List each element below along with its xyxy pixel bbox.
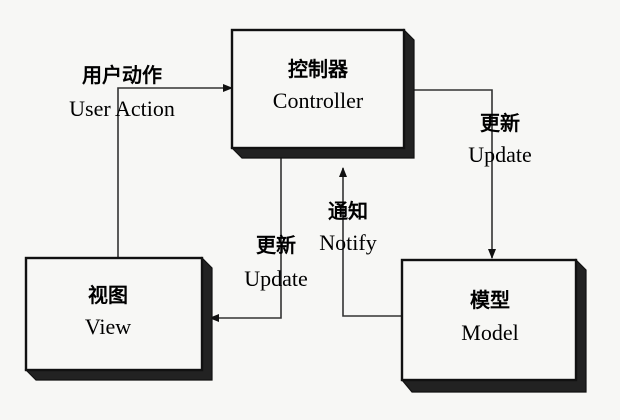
model-node: 模型 Model — [400, 258, 587, 393]
update-model-label-cn: 更新 — [480, 111, 520, 135]
update-model-label-en: Update — [468, 142, 532, 167]
mvc-diagram: 控制器 Controller 视图 View 模型 Model 用户动作 Use… — [24, 28, 587, 393]
update-view-label-cn: 更新 — [256, 233, 296, 257]
view-label-en: View — [85, 314, 131, 339]
update-view-line — [209, 146, 282, 322]
notify-label-cn: 通知 — [328, 199, 368, 223]
controller-node: 控制器 Controller — [230, 28, 415, 159]
notify-label-en: Notify — [319, 230, 376, 255]
user-action-label-cn: 用户动作 — [82, 63, 162, 87]
model-label-en: Model — [461, 320, 518, 345]
update-view-label-en: Update — [244, 266, 308, 291]
controller-label-en: Controller — [273, 88, 364, 113]
model-label-cn: 模型 — [470, 288, 510, 312]
view-node: 视图 View — [24, 256, 213, 381]
user-action-label-en: User Action — [69, 96, 175, 121]
controller-label-cn: 控制器 — [288, 57, 349, 81]
view-label-cn: 视图 — [88, 283, 128, 307]
